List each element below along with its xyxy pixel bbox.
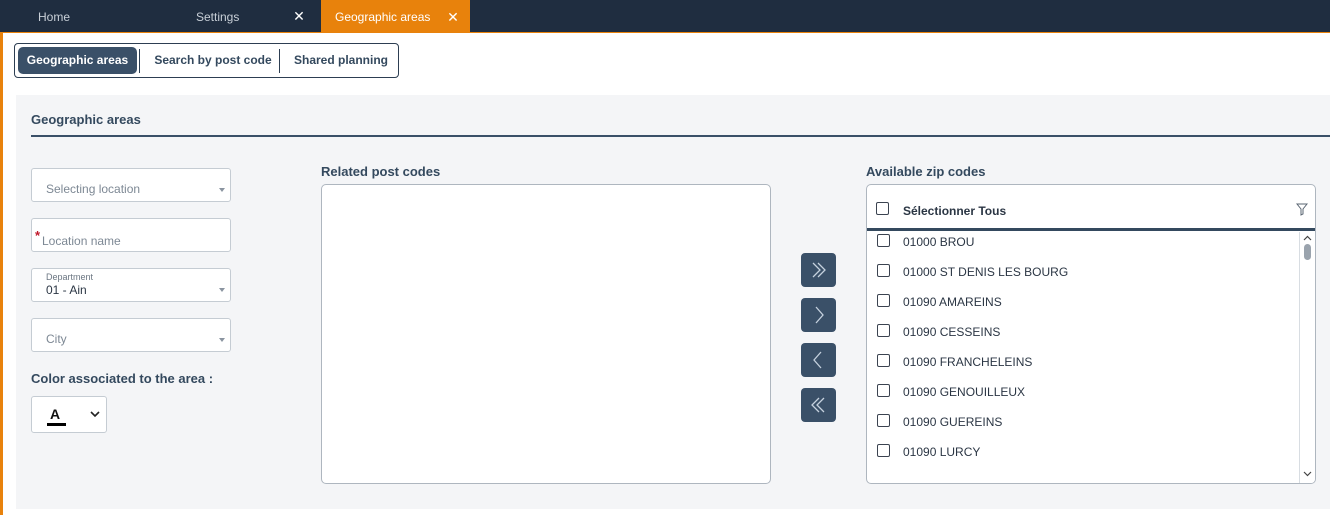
filter-icon[interactable]: [1296, 203, 1308, 216]
tab-home[interactable]: Home: [38, 0, 70, 32]
subnav-divider: [139, 49, 140, 73]
row-checkbox[interactable]: [877, 444, 890, 457]
chevron-down-icon: [90, 411, 100, 418]
list-item[interactable]: 01090 GUEREINS: [867, 405, 1299, 435]
color-label: Color associated to the area :: [31, 371, 214, 386]
color-picker[interactable]: A: [31, 396, 107, 433]
location-name-field[interactable]: * Location name: [31, 218, 231, 252]
list-item[interactable]: 01000 BROU: [867, 225, 1299, 255]
dropdown-caret-icon: [219, 188, 225, 192]
available-zip-codes-list: Sélectionner Tous 01000 BROU 01000 ST DEN…: [866, 184, 1316, 484]
tab-geographic-areas[interactable]: Geographic areas ✕: [321, 0, 470, 32]
tab-bar: Home Settings ✕ Geographic areas ✕: [0, 0, 1330, 32]
city-select[interactable]: City: [31, 318, 231, 352]
zip-code-label: 01000 BROU: [903, 235, 975, 249]
move-right-button[interactable]: [801, 298, 836, 332]
tab-geographic-areas-label: Geographic areas: [335, 10, 431, 24]
location-select[interactable]: Selecting location: [31, 168, 231, 202]
list-header: Sélectionner Tous: [867, 185, 1315, 229]
list-item[interactable]: 01090 GENOUILLEUX: [867, 375, 1299, 405]
select-all-label[interactable]: Sélectionner Tous: [903, 204, 1006, 218]
related-post-codes-list[interactable]: [321, 184, 771, 484]
scrollbar[interactable]: [1299, 232, 1315, 483]
scroll-down-icon[interactable]: [1303, 469, 1312, 478]
department-value: 01 - Ain: [46, 283, 87, 297]
subnav-search-by-post-code[interactable]: Search by post code: [145, 47, 281, 74]
row-checkbox[interactable]: [877, 234, 890, 247]
zip-code-label: 01090 CESSEINS: [903, 325, 1001, 339]
location-name-placeholder: Location name: [42, 234, 121, 248]
zip-code-label: 01090 GENOUILLEUX: [903, 385, 1026, 399]
section-divider: [31, 135, 1330, 137]
row-checkbox[interactable]: [877, 384, 890, 397]
scroll-up-icon[interactable]: [1303, 234, 1312, 243]
row-checkbox[interactable]: [877, 414, 890, 427]
double-chevron-left-icon: [811, 397, 825, 413]
subnav-geographic-areas[interactable]: Geographic areas: [18, 47, 137, 74]
dropdown-caret-icon: [219, 288, 225, 292]
zip-code-label: 01000 ST DENIS LES BOURG: [903, 265, 1069, 279]
required-marker: *: [35, 228, 41, 243]
row-checkbox[interactable]: [877, 294, 890, 307]
row-checkbox[interactable]: [877, 324, 890, 337]
tab-settings-close-icon[interactable]: ✕: [292, 9, 306, 23]
tab-accent-line: [0, 32, 1330, 33]
city-placeholder: City: [46, 332, 67, 346]
move-all-right-button[interactable]: [801, 253, 836, 287]
list-item[interactable]: 01090 AMAREINS: [867, 285, 1299, 315]
zip-code-label: 01090 LURCY: [903, 445, 981, 459]
list-item[interactable]: 01000 ST DENIS LES BOURG: [867, 255, 1299, 285]
chevron-left-icon: [813, 351, 822, 369]
section-title: Geographic areas: [31, 112, 141, 127]
dropdown-caret-icon: [219, 338, 225, 342]
scrollbar-thumb[interactable]: [1304, 244, 1311, 260]
move-all-left-button[interactable]: [801, 388, 836, 422]
row-checkbox[interactable]: [877, 354, 890, 367]
subnav-shared-planning[interactable]: Shared planning: [285, 47, 397, 74]
list-item[interactable]: 01090 LURCY: [867, 435, 1299, 465]
select-all-checkbox[interactable]: [876, 202, 889, 215]
double-chevron-right-icon: [812, 262, 826, 278]
chevron-right-icon: [815, 306, 824, 324]
zip-code-label: 01090 AMAREINS: [903, 295, 1002, 309]
row-checkbox[interactable]: [877, 264, 890, 277]
subnav: Geographic areas Search by post code Sha…: [14, 43, 399, 78]
move-left-button[interactable]: [801, 343, 836, 377]
department-label: Department: [46, 272, 94, 282]
related-post-codes-label: Related post codes: [321, 164, 441, 179]
list-item[interactable]: 01090 FRANCHELEINS: [867, 345, 1299, 375]
tab-geographic-areas-close-icon[interactable]: ✕: [446, 10, 460, 24]
department-select[interactable]: Department 01 - Ain: [31, 268, 231, 302]
list-item[interactable]: 01090 CESSEINS: [867, 315, 1299, 345]
content-accent-border: [0, 32, 3, 515]
location-select-placeholder: Selecting location: [46, 182, 141, 196]
tab-settings[interactable]: Settings: [196, 0, 239, 32]
subnav-divider: [279, 49, 280, 73]
available-zip-codes-label: Available zip codes: [866, 164, 986, 179]
color-swatch-bar: [47, 423, 66, 426]
font-color-icon: A: [50, 406, 61, 422]
zip-code-label: 01090 FRANCHELEINS: [903, 355, 1033, 369]
zip-code-label: 01090 GUEREINS: [903, 415, 1003, 429]
